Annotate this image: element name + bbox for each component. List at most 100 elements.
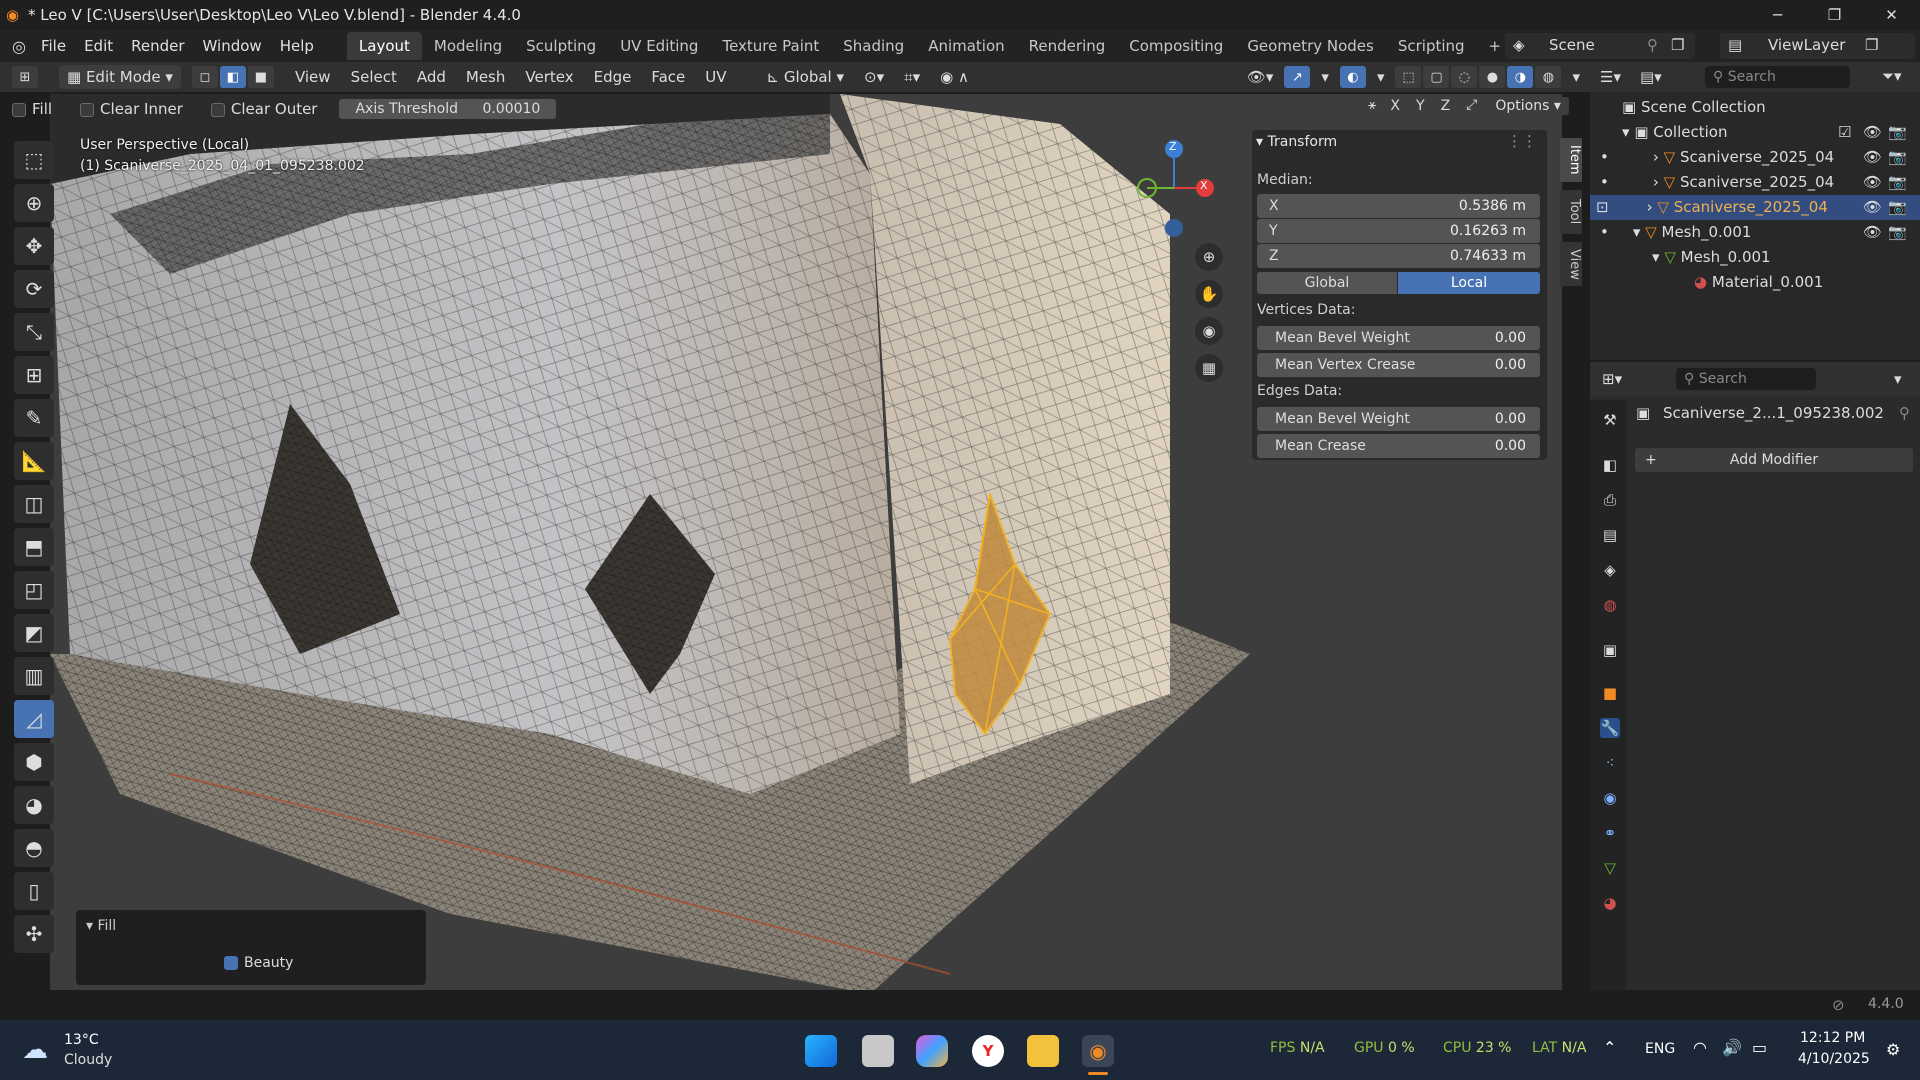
poly-build-tool-icon[interactable]: ⬢: [14, 743, 54, 781]
material-shading-icon[interactable]: ◑: [1507, 66, 1534, 88]
shrink-fatten-tool-icon[interactable]: ✣: [14, 915, 54, 953]
camera-icon[interactable]: 📷: [1888, 145, 1907, 170]
menu-edge[interactable]: Edge: [584, 62, 642, 92]
smooth-tool-icon[interactable]: ◓: [14, 829, 54, 867]
zoom-icon[interactable]: ⊕: [1195, 243, 1223, 271]
select-box-tool-icon[interactable]: ⬚: [14, 141, 54, 179]
overlay-dropdown-icon[interactable]: ▾: [1367, 62, 1395, 92]
menu-uv[interactable]: UV: [695, 62, 736, 92]
eye-icon[interactable]: 👁: [1863, 170, 1882, 195]
extrude-tool-icon[interactable]: ⬒: [14, 528, 54, 566]
visibility-icon[interactable]: 👁▾: [1237, 62, 1284, 92]
annotate-tool-icon[interactable]: ✎: [14, 399, 54, 437]
add-modifier-button[interactable]: + Add Modifier: [1635, 448, 1913, 472]
shading-dropdown-icon[interactable]: ▾: [1562, 62, 1590, 92]
wifi-icon[interactable]: ◠: [1693, 1038, 1707, 1057]
axis-threshold-field[interactable]: Axis Threshold 0.00010: [339, 99, 557, 119]
mirror-icon[interactable]: ⚹: [1368, 97, 1376, 115]
transform-tool-icon[interactable]: ⊞: [14, 356, 54, 394]
orientation-dropdown[interactable]: ⊾ Global ▾: [757, 62, 855, 92]
rendered-shading-icon[interactable]: ◍: [1535, 66, 1562, 88]
maximize-button[interactable]: ❐: [1806, 0, 1863, 30]
expand-icon[interactable]: ▾: [1622, 123, 1630, 141]
new-view-layer-icon[interactable]: ❐: [1865, 36, 1878, 54]
tab-texture-paint[interactable]: Texture Paint: [710, 32, 831, 60]
object-name[interactable]: Scaniverse_2...1_095238.002: [1663, 404, 1884, 422]
clock-date[interactable]: 4/10/2025: [1798, 1051, 1870, 1067]
view-layer-tab-icon[interactable]: ▤: [1600, 525, 1620, 545]
outliner-mesh-data-row[interactable]: ▾ ▽ Mesh_0.001: [1590, 245, 1920, 270]
snap-options-icon[interactable]: ⤢: [1466, 97, 1477, 115]
overlay-icon[interactable]: ◐: [1339, 66, 1366, 88]
file-explorer-icon[interactable]: [1027, 1035, 1059, 1067]
inset-tool-icon[interactable]: ◰: [14, 571, 54, 609]
face-select-icon[interactable]: ■: [247, 66, 274, 88]
menu-file[interactable]: File: [32, 30, 75, 62]
mean-bevel-weight-field[interactable]: Mean Bevel Weight 0.00: [1257, 326, 1540, 350]
menu-add[interactable]: Add: [407, 62, 456, 92]
outliner-editor-icon[interactable]: ☰▾: [1600, 68, 1621, 86]
menu-help[interactable]: Help: [271, 30, 323, 62]
proportional-edit-icon[interactable]: ◉ ∧: [930, 62, 979, 92]
camera-icon[interactable]: 📷: [1888, 195, 1907, 220]
mode-dropdown[interactable]: ▦ Edit Mode ▾: [59, 65, 181, 89]
world-tab-icon[interactable]: ◍: [1600, 595, 1620, 615]
edge-bevel-weight-field[interactable]: Mean Bevel Weight 0.00: [1257, 407, 1540, 431]
weather-temp[interactable]: 13°C: [64, 1032, 99, 1048]
notifications-icon[interactable]: ⚙: [1886, 1040, 1900, 1059]
solid-shading-icon[interactable]: ●: [1479, 66, 1506, 88]
constraints-tab-icon[interactable]: ⚭: [1600, 823, 1620, 843]
wireframe-shading-icon[interactable]: ◌: [1451, 66, 1478, 88]
blender-taskbar-icon[interactable]: ◉: [1082, 1035, 1114, 1067]
tab-sculpting[interactable]: Sculpting: [514, 32, 608, 60]
object-tab-icon[interactable]: ■: [1600, 683, 1620, 703]
axis-z-toggle[interactable]: Z: [1434, 97, 1457, 115]
median-z-field[interactable]: Z 0.74633 m: [1257, 244, 1540, 268]
gizmo-icon[interactable]: ↗: [1284, 66, 1311, 88]
scale-tool-icon[interactable]: ⤡: [14, 313, 54, 351]
properties-editor-icon[interactable]: ⊞▾: [1602, 370, 1622, 388]
copilot-icon[interactable]: [916, 1035, 948, 1067]
weather-desc[interactable]: Cloudy: [64, 1052, 112, 1068]
physics-tab-icon[interactable]: ◉: [1600, 788, 1620, 808]
volume-icon[interactable]: 🔊: [1722, 1038, 1742, 1057]
options-dropdown[interactable]: Options ▾: [1487, 97, 1569, 115]
pin-icon[interactable]: ⚲: [1899, 404, 1910, 422]
add-cube-tool-icon[interactable]: ◫: [14, 485, 54, 523]
display-mode-icon[interactable]: ▤▾: [1640, 68, 1662, 86]
tray-chevron-icon[interactable]: ⌃: [1603, 1038, 1616, 1057]
task-view-icon[interactable]: [862, 1035, 894, 1067]
tab-shading[interactable]: Shading: [831, 32, 916, 60]
tab-view[interactable]: View: [1560, 242, 1582, 286]
tool-tab-icon[interactable]: ⚒: [1600, 410, 1620, 430]
properties-options-icon[interactable]: ▾: [1894, 370, 1902, 388]
xray-icon[interactable]: ▢: [1423, 66, 1450, 88]
tab-layout[interactable]: Layout: [346, 32, 422, 60]
tab-tool[interactable]: Tool: [1560, 190, 1582, 234]
local-toggle[interactable]: Local: [1398, 272, 1540, 294]
clear-outer-checkbox[interactable]: Clear Outer: [210, 100, 317, 118]
measure-tool-icon[interactable]: 📐: [14, 442, 54, 480]
outliner-item[interactable]: • › ▽ Scaniverse_2025_04 👁 📷: [1590, 170, 1920, 195]
knife-tool-icon[interactable]: ◿: [14, 700, 54, 738]
clock-time[interactable]: 12:12 PM: [1800, 1030, 1865, 1046]
material-tab-icon[interactable]: ◕: [1600, 893, 1620, 913]
pin-icon[interactable]: ⚲: [1647, 36, 1658, 54]
menu-vertex[interactable]: Vertex: [515, 62, 583, 92]
camera-icon[interactable]: 📷: [1888, 220, 1907, 245]
clear-inner-checkbox[interactable]: Clear Inner: [80, 100, 183, 118]
edge-slide-tool-icon[interactable]: ▯: [14, 872, 54, 910]
eye-icon[interactable]: 👁: [1863, 220, 1882, 245]
gizmo-dropdown-icon[interactable]: ▾: [1311, 62, 1339, 92]
camera-icon[interactable]: 📷: [1888, 170, 1907, 195]
median-y-field[interactable]: Y 0.16263 m: [1257, 219, 1540, 243]
view-layer-selector[interactable]: ▤ ViewLayer ❐: [1720, 33, 1915, 59]
blender-menu-icon[interactable]: ◎: [12, 37, 26, 56]
camera-view-icon[interactable]: ◉: [1195, 317, 1223, 345]
start-button-icon[interactable]: [805, 1035, 837, 1067]
menu-render[interactable]: Render: [122, 30, 193, 62]
tab-uv-editing[interactable]: UV Editing: [608, 32, 710, 60]
render-tab-icon[interactable]: ◧: [1600, 455, 1620, 475]
perspective-toggle-icon[interactable]: ▦: [1195, 354, 1223, 382]
menu-window[interactable]: Window: [194, 30, 271, 62]
